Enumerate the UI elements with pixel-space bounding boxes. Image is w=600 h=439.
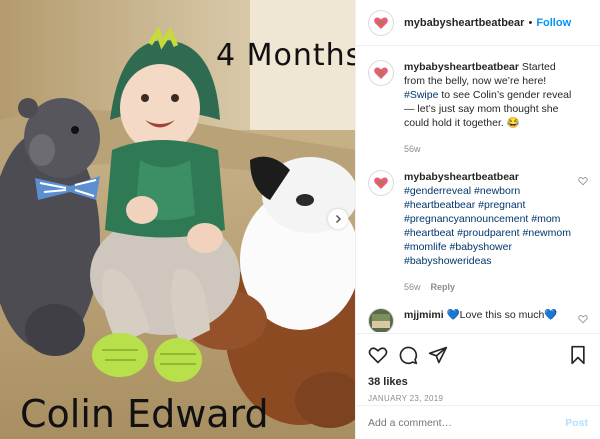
add-comment-bar: Post <box>356 405 600 439</box>
reply-button[interactable]: Reply <box>431 282 456 292</box>
chevron-right-icon <box>335 214 342 224</box>
hashtag-comment-timestamp[interactable]: 56w <box>404 282 421 292</box>
action-icons <box>368 342 588 368</box>
avatar[interactable] <box>368 170 394 196</box>
caption-username[interactable]: mybabysheartbeatbear <box>404 61 519 73</box>
heart-bear-logo-icon <box>374 17 388 29</box>
profile-photo-icon <box>372 314 390 328</box>
post-date: JANUARY 23, 2019 <box>368 394 444 403</box>
header-separator: • <box>528 16 533 29</box>
hashtag-comment-username[interactable]: mybabysheartbeatbear <box>404 171 519 183</box>
bookmark-icon[interactable] <box>568 345 588 365</box>
caption-timestamp[interactable]: 56w <box>404 144 421 154</box>
photo-overlay-name: Colin Edward <box>20 392 269 436</box>
post-side-panel: mybabysheartbeatbear • Follow mybabyshea… <box>355 0 600 439</box>
heart-icon[interactable] <box>368 345 388 365</box>
hashtag-comment: mybabysheartbeatbear #genderreveal #newb… <box>368 170 588 294</box>
post-actions: 38 likes JANUARY 23, 2019 <box>356 333 600 403</box>
fan-comment-username[interactable]: mjjmimi <box>404 309 444 321</box>
next-photo-button[interactable] <box>328 209 348 229</box>
instagram-post: 4 Months Colin Edward mybabysheartbeatbe… <box>0 0 600 439</box>
caption-body: mybabysheartbeatbear Started from the be… <box>404 60 576 156</box>
heart-bear-logo-icon <box>374 177 388 189</box>
add-comment-input[interactable] <box>368 416 548 429</box>
hashtag-list[interactable]: #genderreveal #newborn #heartbeatbear #p… <box>404 185 571 267</box>
avatar[interactable] <box>368 9 394 36</box>
post-comment-button[interactable]: Post <box>565 417 588 429</box>
heart-bear-logo-icon <box>374 67 388 79</box>
post-photo[interactable]: 4 Months Colin Edward <box>0 0 355 439</box>
fan-comment-text: 💙Love this so much💙 <box>443 309 558 321</box>
comment-icon[interactable] <box>398 345 418 365</box>
like-comment-heart-icon[interactable] <box>578 176 588 186</box>
like-comment-heart-icon[interactable] <box>578 314 588 324</box>
fan-comment-body: mjjmimi 💙Love this so much💙 <box>404 308 576 332</box>
fan-comment: mjjmimi 💙Love this so much💙 <box>368 308 588 332</box>
like-count[interactable]: 38 likes <box>368 376 588 388</box>
post-header: mybabysheartbeatbear • Follow <box>356 0 600 46</box>
avatar[interactable] <box>368 60 394 86</box>
caption-meta: 56w <box>404 142 576 156</box>
caption: mybabysheartbeatbear Started from the be… <box>368 60 588 156</box>
comments-section: mybabysheartbeatbear Started from the be… <box>356 46 600 332</box>
hashtag-comment-body: mybabysheartbeatbear #genderreveal #newb… <box>404 170 576 294</box>
avatar[interactable] <box>368 308 394 332</box>
follow-button[interactable]: Follow <box>536 17 571 29</box>
caption-hashtag-link[interactable]: #Swipe <box>404 89 438 101</box>
share-icon[interactable] <box>428 345 448 365</box>
photo-overlay-age: 4 Months <box>216 38 355 73</box>
header-username[interactable]: mybabysheartbeatbear <box>404 17 524 29</box>
hashtag-comment-meta: 56w Reply <box>404 280 576 294</box>
